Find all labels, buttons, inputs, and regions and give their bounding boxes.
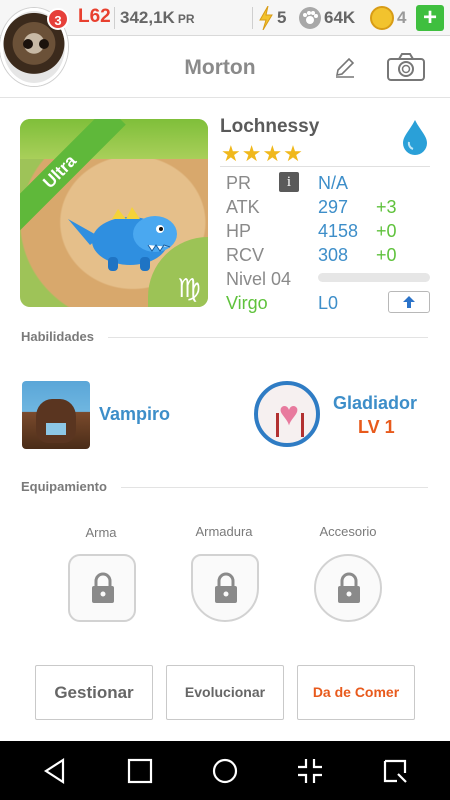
power-number: 342,1K [120, 8, 175, 27]
coin-icon [370, 6, 394, 30]
evolve-button[interactable]: Evolucionar [166, 665, 284, 720]
xp-progress-bar [318, 273, 430, 282]
stat-value-rcv: 308 [318, 245, 349, 265]
stat-bonus-rcv: +0 [376, 245, 397, 265]
pet-creature [68, 207, 177, 271]
paw-icon [299, 7, 321, 29]
equip-label-weapon: Arma [85, 525, 117, 540]
divider [121, 487, 428, 488]
screenshot-icon[interactable] [381, 757, 409, 785]
stat-label-hp: HP [226, 221, 252, 241]
armor-slot[interactable] [191, 554, 259, 622]
home-icon[interactable] [211, 757, 239, 785]
pet-name: Lochnessy [220, 116, 320, 137]
add-coins-button[interactable]: + [416, 5, 444, 31]
info-icon[interactable]: i [279, 172, 299, 192]
stat-label-rcv: RCV [226, 245, 265, 265]
player-level: L62 [78, 6, 111, 27]
manage-button[interactable]: Gestionar [35, 665, 153, 720]
skill-vampiro-icon[interactable] [22, 381, 90, 449]
recent-apps-icon[interactable] [126, 757, 154, 785]
bolt-icon [259, 6, 273, 30]
back-icon[interactable] [41, 757, 69, 785]
system-nav-bar [0, 741, 450, 800]
lock-icon [215, 572, 237, 603]
skill-level-gladiador: LV 1 [358, 417, 395, 437]
virgo-icon: ♍ [177, 273, 201, 303]
divider [114, 7, 115, 29]
camera-icon[interactable] [386, 52, 426, 82]
divider [108, 337, 428, 338]
stat-bonus-atk: +3 [376, 197, 397, 217]
power-unit: PR [177, 12, 195, 26]
equip-label-armor: Armadura [195, 524, 253, 539]
divider [252, 7, 253, 29]
skill-name-gladiador[interactable]: Gladiador [333, 393, 417, 414]
skill-name-vampiro[interactable]: Vampiro [99, 404, 170, 425]
coins-value: 4 [397, 8, 407, 27]
skill-gladiador-icon[interactable]: ♥ [254, 381, 320, 447]
stat-value-hp: 4158 [318, 221, 359, 241]
stat-value-atk: 297 [318, 197, 349, 217]
claw-marks-icon [276, 413, 304, 437]
star-rating: ★★★★ [221, 141, 304, 166]
paws-value: 64K [324, 8, 356, 27]
stat-value-pr: N/A [318, 173, 349, 193]
pet-league: L0 [318, 293, 339, 313]
pencil-icon[interactable] [333, 55, 357, 79]
stat-label-atk: ATK [226, 197, 260, 217]
lock-icon [338, 572, 360, 603]
equipment-section-title: Equipamiento [21, 479, 107, 494]
pet-sign: Virgo [226, 293, 268, 313]
werewolf-mouth [46, 423, 66, 435]
energy-value: 5 [277, 8, 287, 27]
skills-section-title: Habilidades [21, 329, 94, 344]
avatar-eye-left [23, 39, 33, 49]
feed-button[interactable]: Da de Comer [297, 665, 415, 720]
accessory-slot[interactable] [314, 554, 382, 622]
equip-label-accessory: Accesorio [319, 524, 377, 539]
fullscreen-exit-icon[interactable] [296, 757, 324, 785]
power-value: 342,1K PR [120, 8, 195, 28]
divider [220, 166, 430, 167]
stat-bonus-hp: +0 [376, 221, 397, 241]
notification-badge[interactable]: 3 [47, 8, 69, 30]
arrow-up-icon [403, 296, 415, 308]
weapon-slot[interactable] [68, 554, 136, 622]
status-bar: 3 L62 342,1K PR 5 64K 4 + [0, 0, 450, 86]
water-drop-icon [403, 120, 427, 155]
stat-label-pr: PR [226, 173, 252, 193]
avatar-eye-right [39, 39, 49, 49]
pet-portrait[interactable]: Ultra ♍ [20, 119, 208, 307]
upgrade-button[interactable] [388, 291, 430, 313]
lock-icon [92, 572, 114, 603]
werewolf-face [36, 399, 76, 443]
pet-level: Nivel 04 [226, 269, 292, 289]
